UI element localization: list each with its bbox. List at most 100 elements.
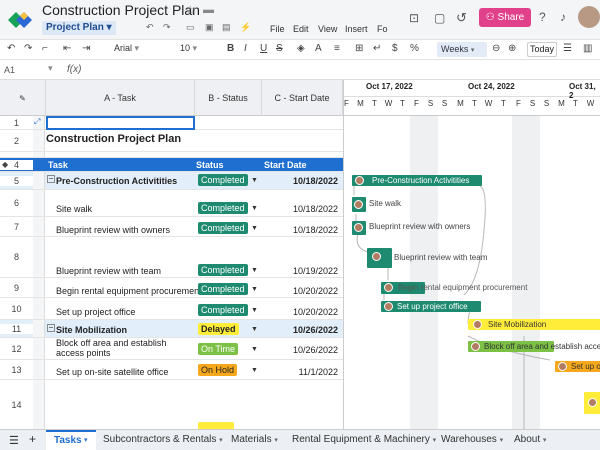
chevron-down-icon[interactable]: ▼ bbox=[251, 225, 258, 232]
italic-icon[interactable]: I bbox=[244, 43, 247, 54]
status-cell[interactable]: On Time ▼ bbox=[195, 343, 262, 355]
table-row[interactable]: 1 ⤢ bbox=[0, 116, 343, 130]
menu-format[interactable]: Fo bbox=[377, 24, 388, 34]
gantt-settings-icon[interactable]: ☰ bbox=[563, 43, 572, 54]
split-view-icon[interactable]: ▥ bbox=[583, 43, 592, 54]
table-row[interactable]: 13 Set up on-site satellite office On Ho… bbox=[0, 360, 343, 380]
tab-about[interactable]: About ▾ bbox=[514, 434, 546, 445]
column-header-a[interactable]: A - Task bbox=[46, 80, 195, 116]
date-cell[interactable]: 10/26/2022 bbox=[262, 325, 340, 335]
status-cell[interactable]: Completed ▼ bbox=[195, 202, 262, 214]
status-cell[interactable]: Completed ▼ bbox=[195, 264, 262, 276]
collapse-icon[interactable]: − bbox=[47, 175, 55, 183]
status-cell[interactable]: Completed ▼ bbox=[195, 283, 262, 295]
menu-insert[interactable]: Insert bbox=[345, 24, 368, 34]
status-cell[interactable]: Completed ▼ bbox=[195, 222, 262, 234]
timescale-select[interactable]: Weeks ▾ bbox=[437, 42, 487, 57]
status-cell[interactable]: On Hold ▼ bbox=[195, 364, 262, 376]
menu-edit[interactable]: Edit bbox=[293, 24, 309, 34]
strikethrough-icon[interactable]: S bbox=[276, 43, 283, 54]
gantt-bar[interactable]: Block off area and establish access bbox=[468, 341, 600, 352]
notifications-icon[interactable]: ♪ bbox=[560, 10, 566, 24]
chevron-down-icon[interactable]: ▼ bbox=[251, 326, 258, 333]
task-cell[interactable]: Pre-Construction Activitities bbox=[56, 176, 204, 186]
table-row[interactable]: 5 − Pre-Construction Activitities Comple… bbox=[0, 172, 343, 190]
task-cell[interactable]: Block off area and establish access poin… bbox=[56, 338, 192, 358]
chevron-down-icon[interactable]: ▼ bbox=[251, 367, 258, 374]
formula-input[interactable] bbox=[90, 62, 595, 78]
bookmark-icon[interactable]: ▤ bbox=[222, 22, 231, 33]
chevron-down-icon[interactable]: ▼ bbox=[251, 346, 258, 353]
task-cell[interactable]: Blueprint review with owners bbox=[56, 225, 204, 235]
task-cell[interactable]: Set up on-site satellite office bbox=[56, 367, 204, 377]
header-start-date[interactable]: Start Date bbox=[264, 160, 307, 170]
date-cell[interactable]: 10/20/2022 bbox=[262, 307, 340, 317]
zoom-out-icon[interactable]: ⊖ bbox=[492, 43, 500, 54]
table-header-row[interactable]: 4 ◆ Task Status Start Date bbox=[0, 158, 343, 172]
tab-subcontractors[interactable]: Subcontractors & Rentals ▾ bbox=[103, 434, 223, 445]
lock-icon[interactable]: ▣ bbox=[205, 22, 214, 33]
status-cell[interactable]: Completed ▼ bbox=[195, 304, 262, 316]
app-logo-icon[interactable] bbox=[6, 6, 34, 34]
folder-icon[interactable]: ▬ bbox=[203, 4, 214, 16]
date-cell[interactable]: 10/20/2022 bbox=[262, 286, 340, 296]
status-cell[interactable]: Completed ▼ bbox=[195, 174, 262, 186]
currency-icon[interactable]: $ bbox=[392, 43, 398, 54]
underline-icon[interactable]: U bbox=[260, 43, 267, 54]
plan-title-cell[interactable]: Construction Project Plan bbox=[46, 133, 194, 145]
redo-toolbar-icon[interactable]: ↷ bbox=[24, 43, 32, 54]
text-color-icon[interactable]: A bbox=[315, 43, 322, 54]
expand-icon[interactable]: ⤢ bbox=[34, 117, 40, 127]
tab-rental-equipment[interactable]: Rental Equipment & Machinery ▾ bbox=[292, 434, 436, 445]
table-row[interactable]: 10 Set up project office Completed ▼ 10/2… bbox=[0, 298, 343, 320]
chevron-down-icon[interactable]: ▼ bbox=[251, 177, 258, 184]
tab-tasks[interactable]: Tasks ▾ bbox=[46, 430, 96, 450]
date-cell[interactable]: 10/18/2022 bbox=[262, 204, 340, 214]
table-row[interactable]: 9 Begin rental equipment procurement Com… bbox=[0, 278, 343, 298]
task-cell[interactable]: Site walk bbox=[56, 204, 204, 214]
percent-icon[interactable]: % bbox=[410, 43, 419, 54]
menu-view[interactable]: View bbox=[318, 24, 337, 34]
table-row[interactable]: 14 bbox=[0, 380, 343, 429]
table-row[interactable]: 7 Blueprint review with owners Completed… bbox=[0, 217, 343, 237]
gantt-bar[interactable]: Set up project office bbox=[381, 301, 481, 312]
cell-ref-dropdown-icon[interactable]: ▾ bbox=[48, 63, 53, 74]
header-status[interactable]: Status bbox=[195, 160, 262, 170]
cell-reference[interactable]: A1 bbox=[4, 65, 15, 75]
redo-icon[interactable]: ↷ bbox=[163, 22, 171, 33]
task-cell[interactable]: Begin rental equipment procurement bbox=[56, 286, 204, 296]
corner-header[interactable]: ✎ bbox=[0, 80, 46, 116]
share-button[interactable]: ⚇ Share bbox=[479, 8, 531, 27]
date-cell[interactable]: 10/26/2022 bbox=[262, 345, 340, 355]
today-button[interactable]: Today bbox=[527, 42, 557, 57]
chevron-down-icon[interactable]: ▾ bbox=[84, 436, 88, 444]
status-cell[interactable]: Delayed ▼ bbox=[195, 323, 262, 335]
date-cell[interactable]: 10/18/2022 bbox=[262, 225, 340, 235]
date-cell[interactable]: 11/1/2022 bbox=[262, 367, 340, 377]
selected-cell[interactable] bbox=[46, 116, 195, 130]
task-cell[interactable]: Blueprint review with team bbox=[56, 266, 204, 276]
chevron-down-icon[interactable]: ▼ bbox=[251, 205, 258, 212]
tab-materials[interactable]: Materials ▾ bbox=[231, 434, 278, 445]
avatar[interactable] bbox=[578, 6, 600, 28]
wrap-icon[interactable]: ↵ bbox=[373, 43, 381, 54]
column-header-c[interactable]: C - Start Date bbox=[262, 80, 343, 116]
align-icon[interactable]: ≡ bbox=[334, 43, 340, 54]
sheet-list-icon[interactable]: ☰ bbox=[9, 434, 19, 447]
bold-icon[interactable]: B bbox=[227, 43, 234, 54]
favorite-star-icon[interactable]: ☆ bbox=[185, 3, 196, 17]
print-icon[interactable]: ▭ bbox=[186, 22, 195, 33]
paint-format-icon[interactable]: ⌐ bbox=[42, 43, 48, 54]
font-select[interactable]: Arial ▾ bbox=[114, 43, 160, 54]
bot-icon[interactable]: ⊡ bbox=[409, 11, 419, 25]
header-task[interactable]: Task bbox=[48, 160, 196, 170]
bolt-icon[interactable]: ⚡ bbox=[240, 22, 251, 33]
table-row[interactable]: 12 Block off area and establish access p… bbox=[0, 338, 343, 360]
task-cell[interactable]: Site Mobilization bbox=[56, 325, 204, 335]
view-switch-button[interactable]: Project Plan ▾ bbox=[42, 21, 116, 35]
gantt-bar[interactable]: Site Mobilization bbox=[468, 319, 600, 330]
chevron-down-icon[interactable]: ▼ bbox=[251, 307, 258, 314]
table-row[interactable]: 2 Construction Project Plan bbox=[0, 130, 343, 152]
undo-icon[interactable]: ↶ bbox=[146, 22, 154, 33]
chevron-down-icon[interactable]: ▼ bbox=[251, 267, 258, 274]
